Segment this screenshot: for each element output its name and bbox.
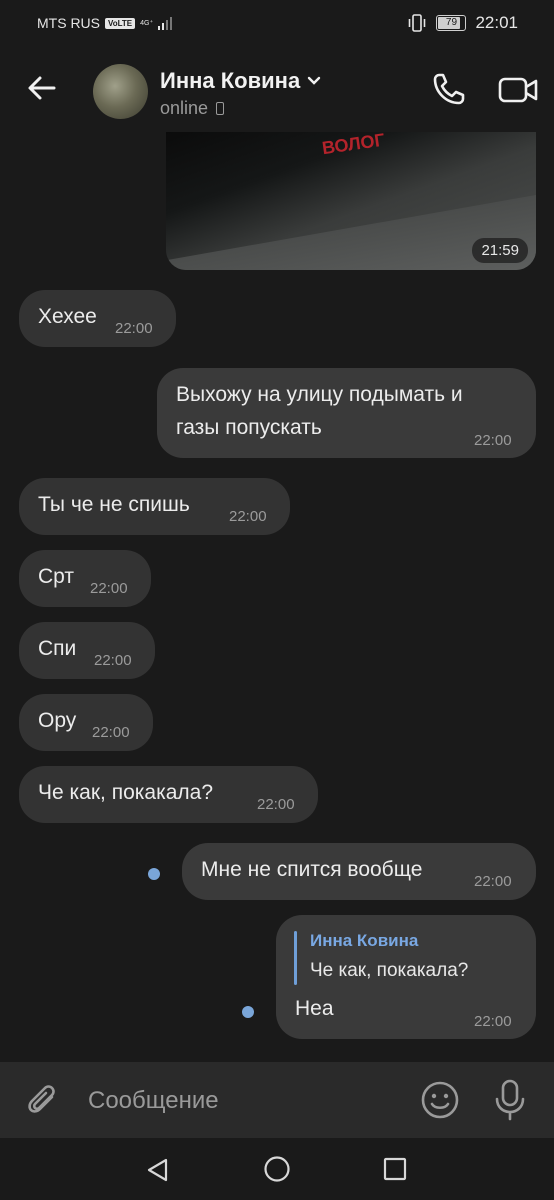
incoming-message[interactable]: Хехее 22:00 xyxy=(19,290,176,347)
incoming-message[interactable]: Че как, покакала? 22:00 xyxy=(19,766,318,823)
unread-indicator xyxy=(148,868,160,880)
outgoing-message[interactable]: Выхожу на улицу подымать и газы попускат… xyxy=(157,368,536,458)
message-time: 22:00 xyxy=(92,724,130,741)
online-status: online xyxy=(160,98,225,119)
message-text: Срт xyxy=(38,565,75,588)
reply-quote-text: Че как, покакала? xyxy=(310,960,469,981)
message-time: 22:00 xyxy=(474,873,512,890)
photo-message[interactable]: ВОЛОГ 21:59 xyxy=(166,132,536,270)
incoming-message[interactable]: Ты че не спишь 22:00 xyxy=(19,478,290,535)
incoming-message[interactable]: Ору 22:00 xyxy=(19,694,153,751)
emoji-icon[interactable] xyxy=(420,1080,460,1120)
mobile-device-icon xyxy=(216,102,225,115)
status-bar: MTS RUS VoLTE 4G⁺ 79 22:01 xyxy=(0,0,554,46)
chat-header: Инна Ковина online xyxy=(0,46,554,132)
paperclip-icon[interactable] xyxy=(25,1082,63,1120)
signal-icon xyxy=(158,17,173,30)
clock: 22:01 xyxy=(475,13,518,32)
message-text: Хехее xyxy=(38,305,97,328)
status-right: 79 22:01 xyxy=(407,13,518,33)
message-text: Ору xyxy=(38,709,77,732)
message-input[interactable]: Сообщение xyxy=(88,1087,219,1115)
reply-quote-bar xyxy=(294,931,297,985)
message-time: 22:00 xyxy=(257,796,295,813)
status-left: MTS RUS VoLTE 4G⁺ xyxy=(37,15,174,31)
incoming-message[interactable]: Срт 22:00 xyxy=(19,550,151,607)
network-type: 4G⁺ xyxy=(140,19,154,27)
message-composer: Сообщение xyxy=(0,1062,554,1138)
phone-icon[interactable] xyxy=(430,70,468,108)
volte-badge: VoLTE xyxy=(105,17,136,29)
battery-level: 79 xyxy=(445,17,458,28)
message-time: 22:00 xyxy=(115,320,153,337)
message-text: Мне не спится вообще xyxy=(201,858,423,881)
message-text: Спи xyxy=(38,637,77,660)
video-call-icon[interactable] xyxy=(498,72,538,108)
message-time: 22:00 xyxy=(229,508,267,525)
microphone-icon[interactable] xyxy=(492,1078,528,1122)
message-time: 21:59 xyxy=(472,238,528,263)
online-status-text: online xyxy=(160,98,209,118)
outgoing-reply-message[interactable]: Инна Ковина Че как, покакала? Неа 22:00 xyxy=(276,915,536,1039)
message-time: 22:00 xyxy=(474,1013,512,1030)
message-text: Неа xyxy=(295,997,334,1020)
message-time: 22:00 xyxy=(474,432,512,449)
battery-icon: 79 xyxy=(436,15,467,31)
avatar[interactable] xyxy=(93,64,148,119)
contact-name[interactable]: Инна Ковина xyxy=(160,68,322,94)
chevron-down-icon xyxy=(307,76,321,85)
message-text-line1: Выхожу на улицу подымать и xyxy=(176,383,463,406)
message-text-line2: газы попускать xyxy=(176,416,322,439)
unread-indicator xyxy=(242,1006,254,1018)
nav-back-icon[interactable] xyxy=(144,1156,172,1184)
vibrate-icon xyxy=(409,14,426,32)
message-text: Че как, покакала? xyxy=(38,781,214,804)
message-text: Ты че не спишь xyxy=(38,493,190,516)
carrier-name: MTS RUS xyxy=(37,15,100,31)
message-time: 22:00 xyxy=(94,652,132,669)
reply-quote-author: Инна Ковина xyxy=(310,931,419,950)
nav-home-icon[interactable] xyxy=(263,1155,291,1183)
message-time: 22:00 xyxy=(90,580,128,597)
photo-sign-graphic: ВОЛОГ xyxy=(320,132,386,159)
outgoing-message[interactable]: Мне не спится вообще 22:00 xyxy=(182,843,536,900)
message-list[interactable]: ВОЛОГ 21:59 Хехее 22:00 Выхожу на улицу … xyxy=(0,132,554,1062)
contact-name-text: Инна Ковина xyxy=(160,68,301,93)
system-navigation-bar xyxy=(0,1138,554,1200)
nav-recent-apps-icon[interactable] xyxy=(383,1157,407,1181)
back-arrow-icon[interactable] xyxy=(24,70,60,106)
incoming-message[interactable]: Спи 22:00 xyxy=(19,622,155,679)
